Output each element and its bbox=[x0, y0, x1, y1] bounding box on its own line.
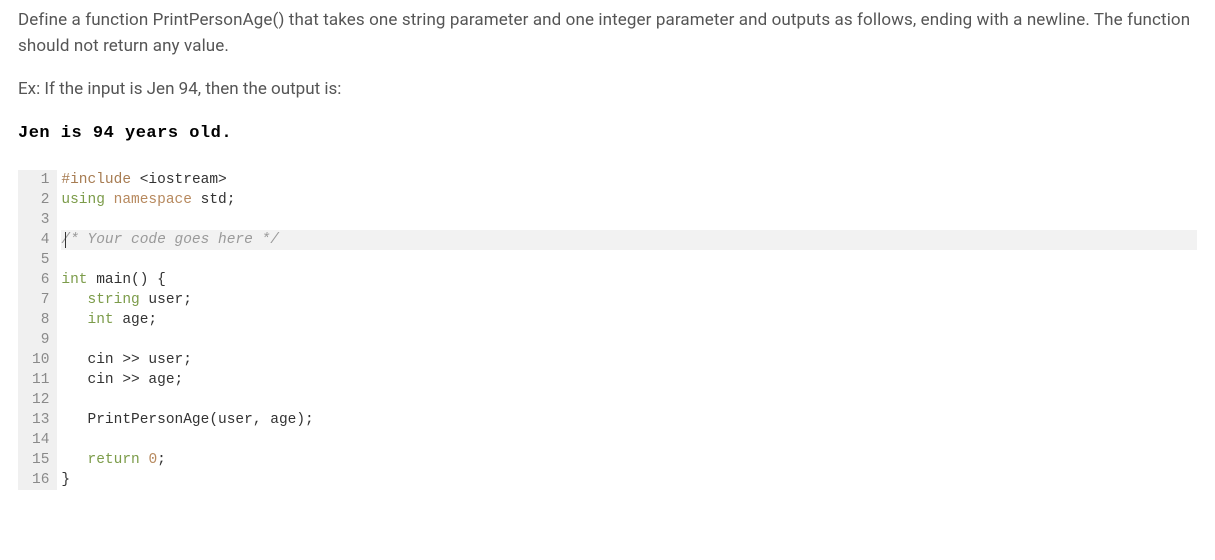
code-line[interactable] bbox=[61, 250, 1197, 270]
code-token: >> bbox=[122, 372, 139, 388]
line-number: 14 bbox=[32, 430, 49, 450]
code-token: >> bbox=[122, 352, 139, 368]
code-token: using bbox=[61, 192, 105, 208]
code-token: int bbox=[61, 272, 87, 288]
code-token: cin bbox=[61, 352, 122, 368]
line-number: 11 bbox=[32, 370, 49, 390]
code-line[interactable]: int age; bbox=[61, 310, 1197, 330]
code-token: ; bbox=[227, 192, 236, 208]
line-number: 15 bbox=[32, 450, 49, 470]
line-number-gutter: 12345678910111213141516 bbox=[18, 170, 57, 490]
code-token: return bbox=[88, 452, 140, 468]
code-token: () bbox=[131, 272, 148, 288]
line-number: 7 bbox=[32, 290, 49, 310]
line-number: 2 bbox=[32, 190, 49, 210]
code-line[interactable]: using namespace std; bbox=[61, 190, 1197, 210]
code-token: } bbox=[61, 472, 70, 488]
code-token: ; bbox=[157, 452, 166, 468]
code-token: 0 bbox=[148, 452, 157, 468]
code-token bbox=[61, 312, 87, 328]
line-number: 10 bbox=[32, 350, 49, 370]
code-token bbox=[131, 172, 140, 188]
code-line[interactable] bbox=[61, 210, 1197, 230]
code-line[interactable] bbox=[61, 430, 1197, 450]
code-line[interactable] bbox=[61, 390, 1197, 410]
line-number: 12 bbox=[32, 390, 49, 410]
code-token: user; bbox=[140, 292, 192, 308]
text-cursor bbox=[65, 232, 66, 248]
code-area[interactable]: #include <iostream>using namespace std;/… bbox=[57, 170, 1197, 490]
code-line[interactable] bbox=[61, 330, 1197, 350]
line-number: 8 bbox=[32, 310, 49, 330]
code-line[interactable]: int main() { bbox=[61, 270, 1197, 290]
code-token: PrintPersonAge(user, age); bbox=[61, 412, 313, 428]
code-line[interactable]: return 0; bbox=[61, 450, 1197, 470]
line-number: 1 bbox=[32, 170, 49, 190]
code-token: /* Your code goes here */ bbox=[61, 232, 279, 248]
code-token: age; bbox=[140, 372, 184, 388]
line-number: 9 bbox=[32, 330, 49, 350]
code-token bbox=[61, 292, 87, 308]
code-token: age; bbox=[114, 312, 158, 328]
code-line[interactable]: cin >> age; bbox=[61, 370, 1197, 390]
code-token: string bbox=[88, 292, 140, 308]
code-token bbox=[88, 272, 97, 288]
line-number: 4 bbox=[32, 230, 49, 250]
code-token bbox=[61, 452, 87, 468]
line-number: 6 bbox=[32, 270, 49, 290]
code-editor[interactable]: 12345678910111213141516 #include <iostre… bbox=[18, 170, 1197, 490]
code-line[interactable]: /* Your code goes here */ bbox=[61, 230, 1197, 250]
code-line[interactable]: #include <iostream> bbox=[61, 170, 1197, 190]
code-token: std bbox=[201, 192, 227, 208]
code-token bbox=[105, 192, 114, 208]
code-token: { bbox=[148, 272, 165, 288]
code-token: #include bbox=[61, 172, 131, 188]
code-line[interactable]: string user; bbox=[61, 290, 1197, 310]
line-number: 13 bbox=[32, 410, 49, 430]
problem-description: Define a function PrintPersonAge() that … bbox=[18, 8, 1197, 59]
code-line[interactable]: PrintPersonAge(user, age); bbox=[61, 410, 1197, 430]
code-token: user; bbox=[140, 352, 192, 368]
line-number: 16 bbox=[32, 470, 49, 490]
line-number: 5 bbox=[32, 250, 49, 270]
code-token: namespace bbox=[114, 192, 192, 208]
code-line[interactable]: } bbox=[61, 470, 1197, 490]
code-token: int bbox=[88, 312, 114, 328]
line-number: 3 bbox=[32, 210, 49, 230]
code-token: <iostream> bbox=[140, 172, 227, 188]
example-output: Jen is 94 years old. bbox=[18, 121, 1197, 147]
code-token bbox=[192, 192, 201, 208]
code-token: cin bbox=[61, 372, 122, 388]
code-line[interactable]: cin >> user; bbox=[61, 350, 1197, 370]
example-intro: Ex: If the input is Jen 94, then the out… bbox=[18, 77, 1197, 103]
code-token: main bbox=[96, 272, 131, 288]
